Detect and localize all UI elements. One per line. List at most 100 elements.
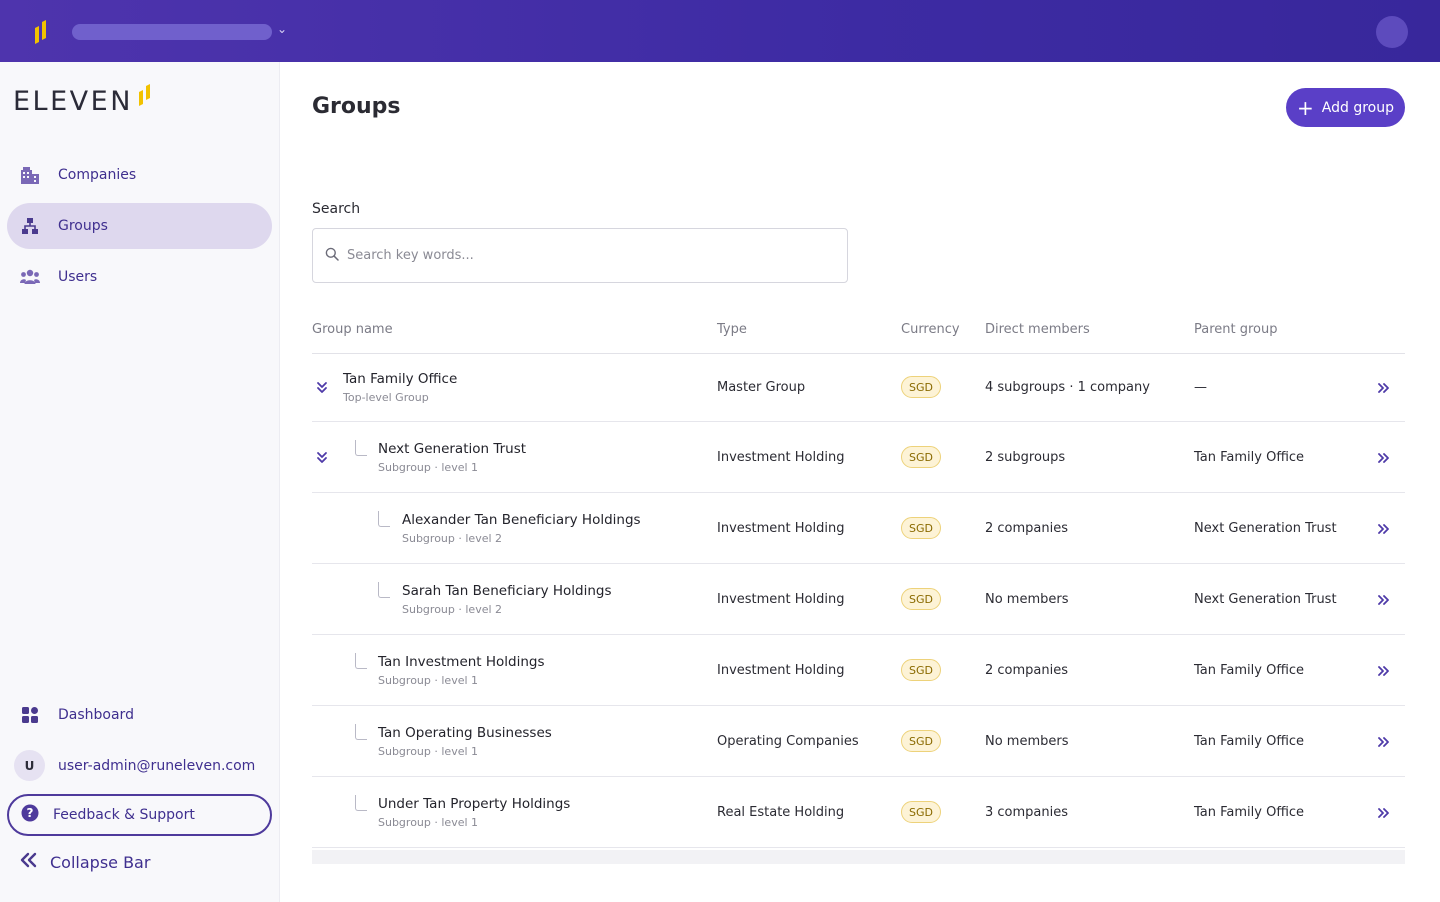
direct-members: No members — [985, 592, 1069, 607]
tree-connector — [355, 653, 367, 669]
double-chevron-down-icon[interactable] — [316, 451, 328, 465]
chevron-down-icon[interactable]: ⌄ — [277, 22, 287, 36]
sidebar-item-dashboard[interactable]: Dashboard — [7, 692, 272, 738]
group-name-cell: Sarah Tan Beneficiary Holdings Subgroup … — [402, 583, 612, 616]
help-icon: ? — [21, 804, 39, 826]
parent-group: Tan Family Office — [1194, 450, 1305, 465]
parent-group: Tan Family Office — [1194, 734, 1305, 749]
sidebar: ELEVEN Companies Groups Users Dashboard … — [0, 62, 280, 902]
group-name-cell: Next Generation Trust Subgroup · level 1 — [378, 441, 526, 474]
group-type: Operating Companies — [717, 734, 859, 749]
group-level: Top-level Group — [343, 391, 429, 404]
svg-text:?: ? — [27, 806, 34, 820]
app-logo-icon[interactable] — [33, 20, 49, 44]
double-chevron-down-icon[interactable] — [316, 381, 328, 395]
group-name-cell: Tan Family Office Top-level Group — [343, 371, 457, 404]
group-name-cell: Tan Operating Businesses Subgroup · leve… — [378, 725, 552, 758]
organization-selector[interactable] — [72, 24, 272, 40]
double-chevron-left-icon — [20, 852, 38, 872]
group-level: Subgroup · level 1 — [378, 674, 479, 687]
tree-connector — [355, 724, 367, 740]
table-row[interactable]: Under Tan Property Holdings Subgroup · l… — [312, 777, 1405, 848]
tree-connector — [355, 440, 367, 456]
group-name: Next Generation Trust — [378, 441, 527, 457]
add-group-button[interactable]: + Add group — [1286, 88, 1405, 127]
group-level: Subgroup · level 1 — [378, 745, 479, 758]
plus-icon: + — [1297, 95, 1314, 120]
group-type: Investment Holding — [717, 663, 845, 678]
header-group-name[interactable]: Group name — [312, 322, 393, 337]
groups-table: Group name Type Currency Direct members … — [312, 314, 1405, 848]
group-name-cell: Tan Investment Holdings Subgroup · level… — [378, 654, 545, 687]
table-footer — [312, 850, 1405, 864]
brand-name: ELEVEN — [13, 86, 133, 117]
header-direct-members[interactable]: Direct members — [985, 322, 1090, 337]
tree-connector — [378, 582, 390, 598]
search-label: Search — [312, 201, 361, 217]
table-row[interactable]: Next Generation Trust Subgroup · level 1… — [312, 422, 1405, 493]
group-type: Real Estate Holding — [717, 805, 845, 820]
sidebar-item-groups[interactable]: Groups — [7, 203, 272, 249]
sidebar-item-companies[interactable]: Companies — [7, 152, 272, 198]
page-title: Groups — [312, 94, 401, 119]
group-type: Master Group — [717, 380, 806, 395]
double-chevron-right-icon[interactable] — [1377, 452, 1389, 464]
currency-badge: SGD — [901, 517, 941, 539]
header-currency[interactable]: Currency — [901, 322, 960, 337]
parent-group: — — [1194, 380, 1207, 395]
currency-badge: SGD — [901, 376, 941, 398]
avatar: U — [14, 750, 45, 781]
double-chevron-right-icon[interactable] — [1377, 523, 1389, 535]
table-row[interactable]: Tan Family Office Top-level Group Master… — [312, 354, 1405, 422]
double-chevron-right-icon[interactable] — [1377, 807, 1389, 819]
sidebar-item-label: Users — [58, 269, 98, 285]
group-name-cell: Under Tan Property Holdings Subgroup · l… — [378, 796, 570, 829]
direct-members: 2 companies — [985, 521, 1069, 536]
sidebar-item-label: Groups — [58, 218, 108, 234]
user-email: user-admin@runeleven.com — [58, 757, 256, 774]
group-type: Investment Holding — [717, 521, 845, 536]
tree-connector — [355, 795, 367, 811]
table-header: Group name Type Currency Direct members … — [312, 314, 1405, 354]
double-chevron-right-icon[interactable] — [1377, 736, 1389, 748]
group-level: Subgroup · level 1 — [378, 461, 479, 474]
profile-avatar[interactable] — [1376, 16, 1408, 48]
group-name: Tan Family Office — [343, 371, 458, 387]
double-chevron-right-icon[interactable] — [1377, 382, 1389, 394]
direct-members: No members — [985, 734, 1069, 749]
top-bar: ⌄ — [0, 0, 1440, 62]
feedback-support-button[interactable]: ? Feedback & Support — [7, 794, 272, 836]
add-group-label: Add group — [1321, 99, 1394, 116]
group-level: Subgroup · level 1 — [378, 816, 479, 829]
table-row[interactable]: Alexander Tan Beneficiary Holdings Subgr… — [312, 493, 1405, 564]
current-user[interactable]: U user-admin@runeleven.com — [14, 750, 255, 781]
parent-group: Tan Family Office — [1194, 805, 1305, 820]
table-row[interactable]: Sarah Tan Beneficiary Holdings Subgroup … — [312, 564, 1405, 635]
header-type[interactable]: Type — [717, 322, 747, 337]
group-name-cell: Alexander Tan Beneficiary Holdings Subgr… — [402, 512, 641, 545]
group-type: Investment Holding — [717, 450, 845, 465]
currency-badge: SGD — [901, 801, 941, 823]
parent-group: Next Generation Trust — [1194, 521, 1337, 536]
currency-badge: SGD — [901, 588, 941, 610]
group-name: Alexander Tan Beneficiary Holdings — [402, 512, 641, 528]
feedback-label: Feedback & Support — [53, 807, 195, 823]
double-chevron-right-icon[interactable] — [1377, 665, 1389, 677]
brand-logo: ELEVEN — [13, 84, 152, 116]
direct-members: 2 subgroups — [985, 450, 1066, 465]
sidebar-item-label: Companies — [58, 167, 137, 183]
search-field[interactable] — [312, 228, 848, 283]
double-chevron-right-icon[interactable] — [1377, 594, 1389, 606]
table-row[interactable]: Tan Investment Holdings Subgroup · level… — [312, 635, 1405, 706]
collapse-bar-button[interactable]: Collapse Bar — [20, 852, 150, 872]
direct-members: 4 subgroups · 1 company — [985, 380, 1150, 395]
currency-badge: SGD — [901, 659, 941, 681]
table-row[interactable]: Tan Operating Businesses Subgroup · leve… — [312, 706, 1405, 777]
sidebar-item-label: Dashboard — [58, 707, 134, 723]
header-parent-group[interactable]: Parent group — [1194, 322, 1278, 337]
direct-members: 3 companies — [985, 805, 1069, 820]
sidebar-item-users[interactable]: Users — [7, 254, 272, 300]
group-level: Subgroup · level 2 — [402, 603, 503, 616]
users-icon — [20, 267, 40, 287]
search-input[interactable] — [347, 248, 827, 263]
